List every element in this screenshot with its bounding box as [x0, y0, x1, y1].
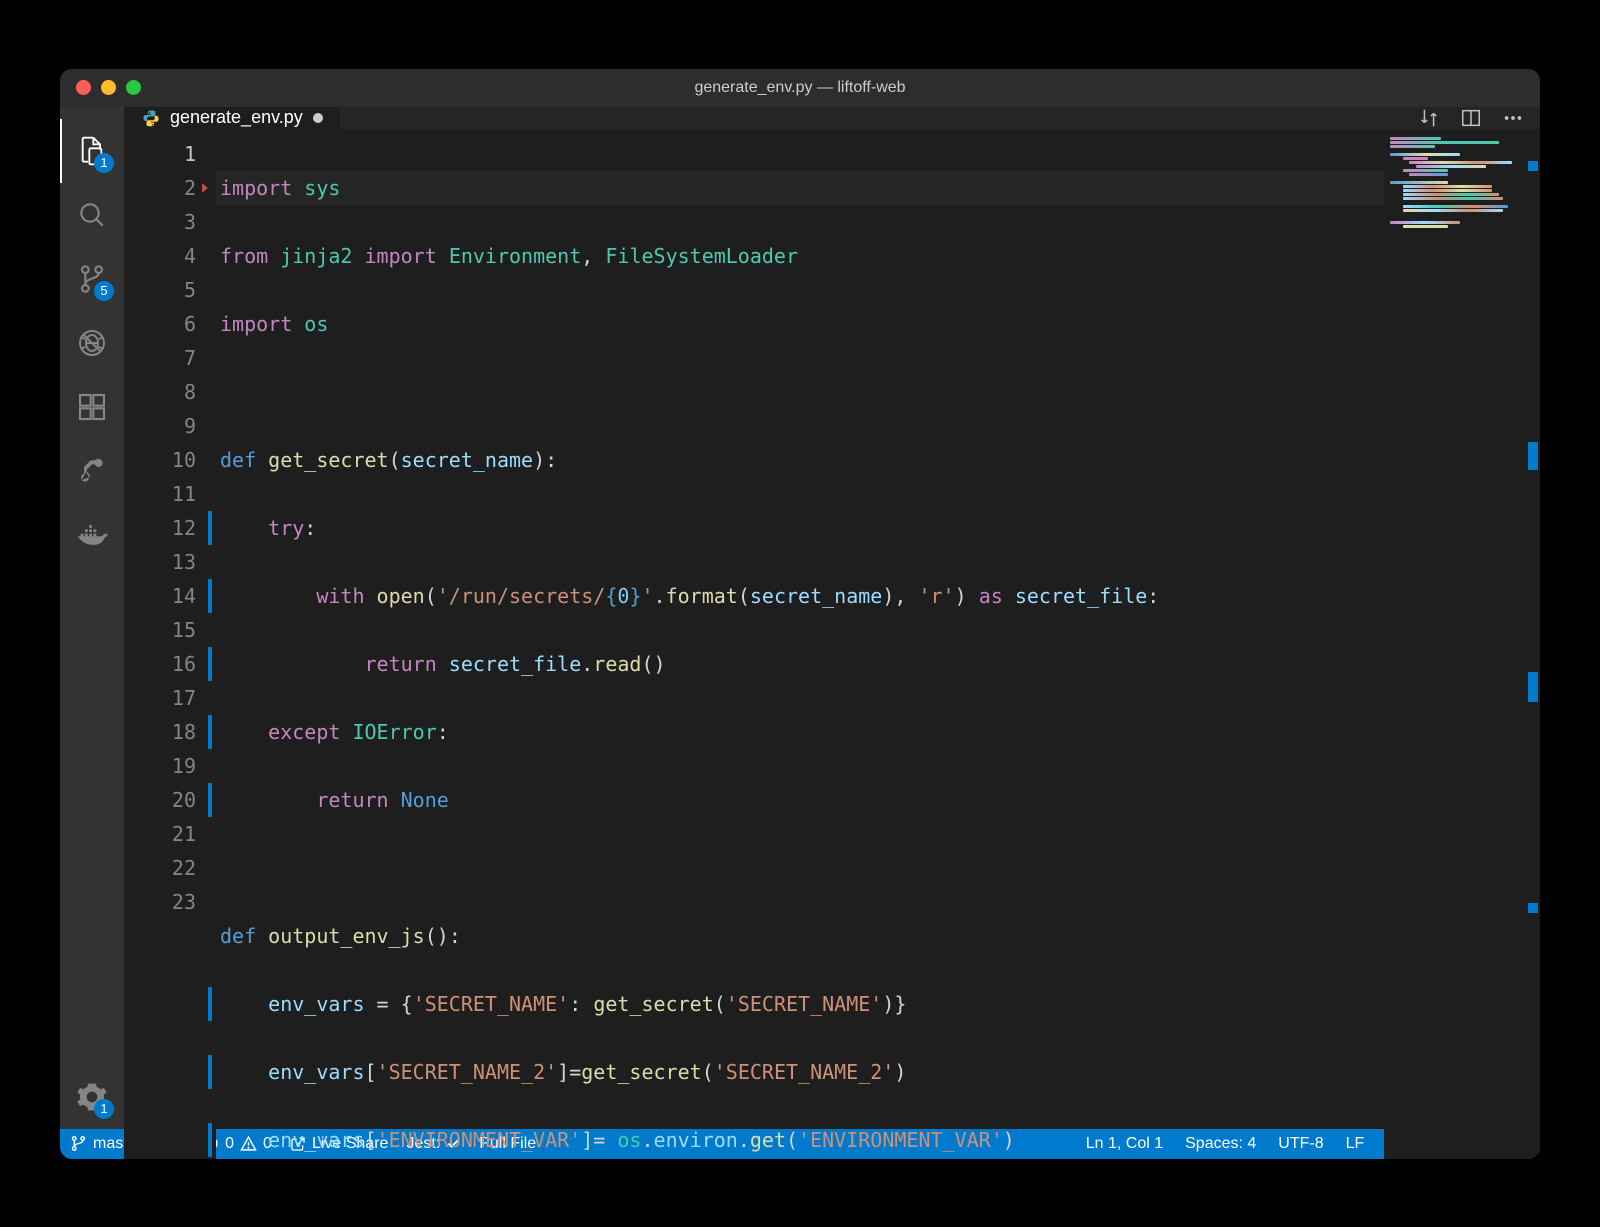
- activity-liveshare[interactable]: [60, 439, 124, 503]
- editor-group: generate_env.py 1: [124, 107, 1540, 1129]
- code-line: except IOError:: [216, 715, 1384, 749]
- ellipsis-icon: [1502, 107, 1524, 129]
- activity-search[interactable]: [60, 183, 124, 247]
- code-line: import sys: [216, 171, 1384, 205]
- line-number: 7: [124, 341, 196, 375]
- git-modified-indicator: [208, 1123, 212, 1157]
- dirty-indicator-icon: [313, 113, 323, 123]
- line-number: 11: [124, 477, 196, 511]
- line-number: 6: [124, 307, 196, 341]
- line-number: 18: [124, 715, 196, 749]
- code-line: env_vars['ENVIRONMENT_VAR']= os.environ.…: [216, 1123, 1384, 1157]
- code-line: import os: [216, 307, 1384, 341]
- tab-actions: [1418, 107, 1540, 129]
- branch-icon: [70, 1135, 87, 1152]
- split-editor-button[interactable]: [1460, 107, 1482, 129]
- tab-filename: generate_env.py: [170, 107, 303, 128]
- minimize-window-button[interactable]: [101, 80, 116, 95]
- code-line: return secret_file.read(): [216, 647, 1384, 681]
- code-line: [216, 851, 1384, 885]
- activity-settings[interactable]: 1: [60, 1065, 124, 1129]
- git-modified-indicator: [208, 783, 212, 817]
- code-line: return None: [216, 783, 1384, 817]
- more-actions-button[interactable]: [1502, 107, 1524, 129]
- line-number: 19: [124, 749, 196, 783]
- compare-icon: [1418, 107, 1440, 129]
- line-number: 14: [124, 579, 196, 613]
- line-number: 4: [124, 239, 196, 273]
- python-file-icon: [142, 109, 160, 127]
- traffic-lights: [60, 80, 141, 95]
- line-number: 22: [124, 851, 196, 885]
- fold-arrow-icon[interactable]: [202, 183, 208, 193]
- code-area[interactable]: import sys from jinja2 import Environmen…: [216, 129, 1384, 1159]
- window-title: generate_env.py — liftoff-web: [60, 79, 1540, 97]
- line-number: 2: [124, 171, 196, 205]
- editor[interactable]: 1 2 3 4 5 6 7 8 9 10 11 12 13 14 15 16 1: [124, 129, 1540, 1159]
- code-line: try:: [216, 511, 1384, 545]
- line-number: 5: [124, 273, 196, 307]
- scm-badge: 5: [94, 281, 114, 301]
- code-line: def output_env_js():: [216, 919, 1384, 953]
- activity-explorer[interactable]: 1: [60, 119, 124, 183]
- code-line: with open('/run/secrets/{0}'.format(secr…: [216, 579, 1384, 613]
- git-modified-indicator: [208, 511, 212, 545]
- code-line: [216, 375, 1384, 409]
- git-modified-indicator: [208, 1055, 212, 1089]
- line-number: 10: [124, 443, 196, 477]
- window-body: 1 5 1: [60, 107, 1540, 1129]
- line-number: 16: [124, 647, 196, 681]
- split-editor-icon: [1460, 107, 1482, 129]
- line-number: 12: [124, 511, 196, 545]
- line-number: 13: [124, 545, 196, 579]
- close-window-button[interactable]: [76, 80, 91, 95]
- overview-ruler[interactable]: [1524, 129, 1540, 1159]
- search-icon: [76, 199, 108, 231]
- line-number: 17: [124, 681, 196, 715]
- tab-bar: generate_env.py: [124, 107, 1540, 129]
- settings-badge: 1: [94, 1099, 114, 1119]
- vscode-window: generate_env.py — liftoff-web 1 5: [60, 69, 1540, 1159]
- titlebar: generate_env.py — liftoff-web: [60, 69, 1540, 107]
- activity-extensions[interactable]: [60, 375, 124, 439]
- code-line: env_vars = {'SECRET_NAME': get_secret('S…: [216, 987, 1384, 1021]
- line-number-gutter: 1 2 3 4 5 6 7 8 9 10 11 12 13 14 15 16 1: [124, 129, 216, 1159]
- line-number: 1: [124, 137, 196, 171]
- git-modified-indicator: [208, 987, 212, 1021]
- line-number: 20: [124, 783, 196, 817]
- debug-disabled-icon: [76, 327, 108, 359]
- git-modified-indicator: [208, 579, 212, 613]
- extensions-icon: [76, 391, 108, 423]
- line-number: 3: [124, 205, 196, 239]
- line-number: 9: [124, 409, 196, 443]
- tab-generate-env[interactable]: generate_env.py: [124, 107, 342, 129]
- code-line: env_vars['SECRET_NAME_2']=get_secret('SE…: [216, 1055, 1384, 1089]
- line-number: 23: [124, 885, 196, 919]
- liveshare-icon: [76, 455, 108, 487]
- git-modified-indicator: [208, 647, 212, 681]
- line-number: 8: [124, 375, 196, 409]
- line-number: 15: [124, 613, 196, 647]
- activity-bar: 1 5 1: [60, 107, 124, 1129]
- git-modified-indicator: [208, 715, 212, 749]
- code-line: def get_secret(secret_name):: [216, 443, 1384, 477]
- docker-icon: [75, 518, 109, 552]
- code-line: from jinja2 import Environment, FileSyst…: [216, 239, 1384, 273]
- compare-changes-button[interactable]: [1418, 107, 1440, 129]
- activity-source-control[interactable]: 5: [60, 247, 124, 311]
- activity-docker[interactable]: [60, 503, 124, 567]
- minimap[interactable]: [1384, 129, 1524, 1159]
- line-number: 21: [124, 817, 196, 851]
- maximize-window-button[interactable]: [126, 80, 141, 95]
- explorer-badge: 1: [94, 153, 114, 173]
- activity-debug[interactable]: [60, 311, 124, 375]
